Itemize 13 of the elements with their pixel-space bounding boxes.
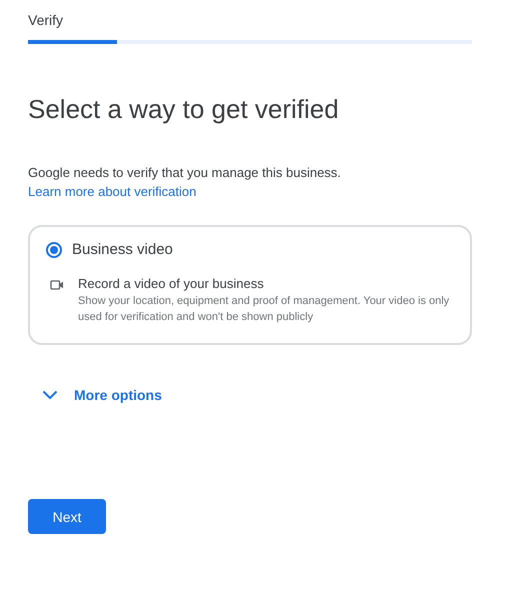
more-options-button[interactable]: More options [28, 383, 176, 407]
learn-more-link[interactable]: Learn more about verification [28, 184, 196, 199]
description-text: Google needs to verify that you manage this business. [28, 165, 341, 180]
radio-button[interactable] [46, 242, 62, 258]
option-detail-text: Show your location, equipment and proof of management. Your video is only used for verification and won't be shown publicly [78, 294, 450, 325]
chevron-icon [42, 390, 58, 400]
option-label: Business video [72, 241, 173, 258]
option-card[interactable]: Business video Record a video of your business Show your location, equipment and proof of management. Your video is only used for verification and won't be shown publicly [28, 225, 472, 345]
step-title: Verify [28, 12, 64, 30]
next-button[interactable]: Next [28, 499, 106, 534]
option-detail-title: Record a video of your business [78, 276, 265, 291]
video-camera-icon [50, 279, 64, 291]
page-heading: Select a way to get verified [28, 94, 339, 125]
